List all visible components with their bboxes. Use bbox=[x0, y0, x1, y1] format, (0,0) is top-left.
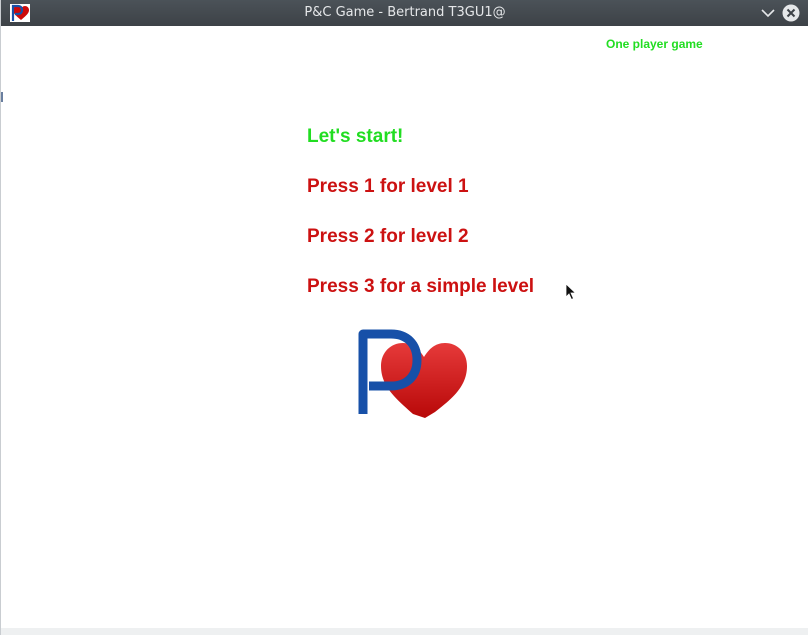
level-1-option: Press 1 for level 1 bbox=[307, 176, 469, 197]
level-2-option: Press 2 for level 2 bbox=[307, 226, 469, 247]
window-bottom-border bbox=[1, 628, 808, 635]
title-bar[interactable]: P&C Game - Bertrand T3GU1@ bbox=[1, 0, 808, 26]
greeting-text: Let's start! bbox=[307, 126, 404, 147]
chevron-down-icon[interactable] bbox=[758, 3, 778, 23]
mouse-pointer-icon bbox=[565, 283, 577, 301]
game-window: P&C Game - Bertrand T3GU1@ One player ga… bbox=[0, 0, 808, 635]
p-heart-logo-icon bbox=[358, 329, 467, 418]
simple-level-option: Press 3 for a simple level bbox=[307, 276, 535, 297]
game-canvas[interactable]: One player game Let's start! Press 1 for… bbox=[1, 26, 808, 628]
game-mode-label: One player game bbox=[606, 37, 703, 51]
window-title: P&C Game - Bertrand T3GU1@ bbox=[304, 5, 506, 20]
close-icon[interactable] bbox=[781, 3, 801, 23]
edge-marker bbox=[1, 92, 3, 102]
